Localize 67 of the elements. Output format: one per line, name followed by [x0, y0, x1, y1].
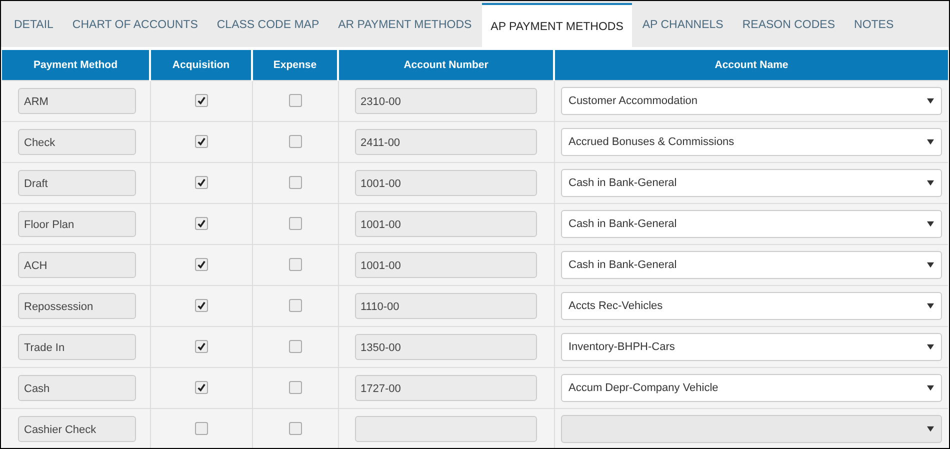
checkbox[interactable]	[288, 340, 302, 354]
checkbox[interactable]	[194, 217, 208, 230]
caret-icon	[927, 303, 934, 309]
checkbox[interactable]	[288, 217, 302, 230]
input-field[interactable]: Repossession	[18, 293, 136, 319]
checkbox[interactable]	[194, 258, 208, 272]
input-field[interactable]: ACH	[18, 252, 136, 278]
dropdown[interactable]: Cash in Bank-General	[560, 210, 942, 238]
tab[interactable]: CHART OF ACCOUNTS	[63, 1, 207, 47]
dropdown[interactable]: Accrued Bonuses & Commissions	[560, 128, 942, 156]
caret-icon	[927, 344, 934, 350]
checkbox[interactable]	[194, 135, 208, 148]
tab[interactable]: AP CHANNELS	[633, 1, 732, 47]
input-field[interactable]: 1110-00	[354, 293, 536, 319]
tab[interactable]: AP PAYMENT METHODS	[482, 3, 632, 47]
column-header: Account Number	[338, 50, 554, 80]
tab[interactable]: REASON CODES	[733, 1, 844, 47]
input-field[interactable]: Check	[18, 129, 136, 155]
column-header: Expense	[252, 50, 338, 80]
checkbox[interactable]	[288, 381, 302, 394]
checkbox[interactable]	[194, 422, 208, 436]
input-field[interactable]: 2310-00	[354, 88, 536, 114]
input-field[interactable]: Cashier Check	[18, 416, 136, 442]
checkbox[interactable]	[194, 299, 208, 312]
caret-icon	[927, 98, 934, 104]
input-field[interactable]: Floor Plan	[18, 211, 136, 237]
checkbox[interactable]	[288, 258, 302, 272]
input-field[interactable]: 2411-00	[354, 129, 536, 155]
tab[interactable]: DETAIL	[5, 1, 62, 47]
dropdown[interactable]: Accum Depr-Company Vehicle	[560, 374, 942, 402]
input-field[interactable]: Cash	[18, 375, 136, 401]
checkbox[interactable]	[288, 422, 302, 436]
input-field[interactable]: 1001-00	[354, 252, 536, 278]
tab[interactable]: NOTES	[845, 1, 903, 47]
dropdown[interactable]: Customer Accommodation	[560, 87, 942, 115]
checkbox[interactable]	[194, 340, 208, 354]
caret-icon	[927, 385, 934, 391]
input-field[interactable]: 1001-00	[354, 211, 536, 237]
dropdown[interactable]	[560, 415, 942, 443]
checkbox[interactable]	[194, 94, 208, 108]
tab[interactable]: CLASS CODE MAP	[208, 1, 328, 47]
input-field[interactable]: 1727-00	[354, 375, 536, 401]
checkbox[interactable]	[288, 299, 302, 312]
dropdown[interactable]: Cash in Bank-General	[560, 169, 942, 197]
caret-icon	[927, 426, 934, 432]
dropdown[interactable]: Inventory-BHPH-Cars	[560, 333, 942, 361]
tab[interactable]: AR PAYMENT METHODS	[329, 1, 481, 47]
column-header: Acquisition	[150, 50, 252, 80]
column-header: Account Name	[554, 50, 948, 80]
input-field[interactable]: ARM	[18, 88, 136, 114]
caret-icon	[927, 139, 934, 145]
checkbox[interactable]	[194, 381, 208, 394]
caret-icon	[927, 180, 934, 186]
caret-icon	[927, 221, 934, 227]
checkbox[interactable]	[288, 135, 302, 148]
input-field[interactable]: 1001-00	[354, 170, 536, 196]
dropdown[interactable]: Cash in Bank-General	[560, 251, 942, 279]
checkbox[interactable]	[288, 94, 302, 108]
input-field[interactable]: 1350-00	[354, 334, 536, 360]
dropdown[interactable]: Accts Rec-Vehicles	[560, 292, 942, 320]
input-field[interactable]: Draft	[18, 170, 136, 196]
input-field[interactable]	[354, 416, 536, 442]
caret-icon	[927, 262, 934, 268]
checkbox[interactable]	[288, 176, 302, 190]
checkbox[interactable]	[194, 176, 208, 190]
column-header: Payment Method	[2, 50, 150, 80]
input-field[interactable]: Trade In	[18, 334, 136, 360]
